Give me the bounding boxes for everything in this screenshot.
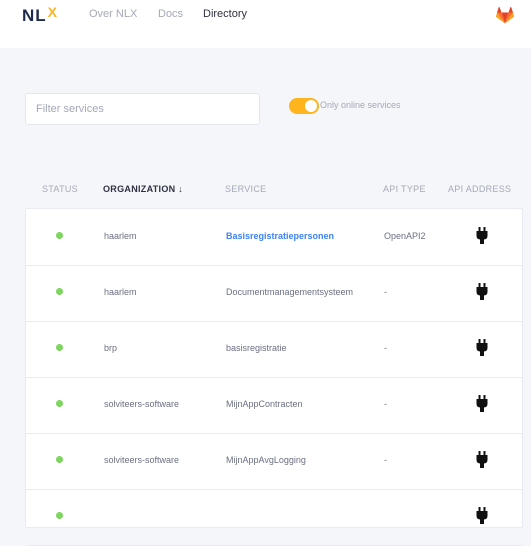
plug-icon[interactable] bbox=[476, 395, 488, 412]
column-header-api-type[interactable]: API TYPE bbox=[383, 184, 426, 194]
status-online-icon bbox=[56, 288, 63, 295]
plug-icon[interactable] bbox=[476, 339, 488, 356]
organization-cell: haarlem bbox=[104, 287, 137, 297]
service-cell[interactable]: MijnAppContracten bbox=[226, 399, 303, 409]
status-online-icon bbox=[56, 456, 63, 463]
organization-cell: solviteers-software bbox=[104, 455, 180, 465]
organization-cell: haarlem bbox=[104, 231, 137, 241]
service-cell[interactable]: basisregistratie bbox=[226, 343, 287, 353]
plug-icon[interactable] bbox=[476, 227, 488, 244]
table-row[interactable]: solviteers-software MijnAppContracten - bbox=[26, 377, 522, 434]
column-header-status[interactable]: STATUS bbox=[42, 184, 78, 194]
toggle-knob bbox=[305, 100, 317, 112]
filter-services-input[interactable] bbox=[25, 93, 260, 125]
column-header-api-address[interactable]: API ADDRESS bbox=[448, 184, 511, 194]
online-only-toggle[interactable] bbox=[289, 98, 319, 114]
status-online-icon bbox=[56, 344, 63, 351]
service-cell[interactable]: Basisregistratiepersonen bbox=[226, 231, 334, 241]
column-header-service[interactable]: SERVICE bbox=[225, 184, 266, 194]
status-online-icon bbox=[56, 512, 63, 519]
service-cell[interactable]: MijnAppAvgLogging bbox=[226, 455, 306, 465]
table-row[interactable]: brp basisregistratie - bbox=[26, 321, 522, 378]
nav-link-directory[interactable]: Directory bbox=[203, 8, 247, 20]
table-row[interactable] bbox=[26, 489, 522, 546]
api-type-cell: - bbox=[384, 455, 387, 465]
table-row[interactable]: haarlem Documentmanagementsysteem - bbox=[26, 265, 522, 322]
api-type-cell: OpenAPI2 bbox=[384, 231, 426, 241]
status-online-icon bbox=[56, 232, 63, 239]
organization-cell: solviteers-software bbox=[104, 399, 180, 409]
gitlab-icon[interactable] bbox=[496, 7, 514, 24]
nav-link-over-nlx[interactable]: Over NLX bbox=[89, 8, 137, 20]
nav-link-docs[interactable]: Docs bbox=[158, 8, 183, 20]
plug-icon[interactable] bbox=[476, 451, 488, 468]
plug-icon[interactable] bbox=[476, 283, 488, 300]
online-only-label: Only online services bbox=[320, 100, 401, 110]
organization-cell: brp bbox=[104, 343, 118, 353]
service-cell[interactable]: Documentmanagementsysteem bbox=[226, 287, 353, 297]
status-online-icon bbox=[56, 400, 63, 407]
logo-mark: X bbox=[47, 4, 59, 20]
nlx-logo[interactable]: NLX bbox=[22, 4, 59, 26]
table-row[interactable]: solviteers-software MijnAppAvgLogging - bbox=[26, 433, 522, 490]
plug-icon[interactable] bbox=[476, 507, 488, 524]
column-header-organization[interactable]: ORGANIZATION ↓ bbox=[103, 184, 183, 194]
api-type-cell: - bbox=[384, 343, 387, 353]
api-type-cell: - bbox=[384, 399, 387, 409]
services-table: haarlem Basisregistratiepersonen OpenAPI2 h… bbox=[25, 208, 523, 546]
top-navigation-bar: NLX Over NLX Docs Directory bbox=[0, 0, 531, 48]
api-type-cell: - bbox=[384, 287, 387, 297]
table-row[interactable]: haarlem Basisregistratiepersonen OpenAPI2 bbox=[26, 209, 522, 266]
logo-text: NL bbox=[22, 6, 47, 25]
